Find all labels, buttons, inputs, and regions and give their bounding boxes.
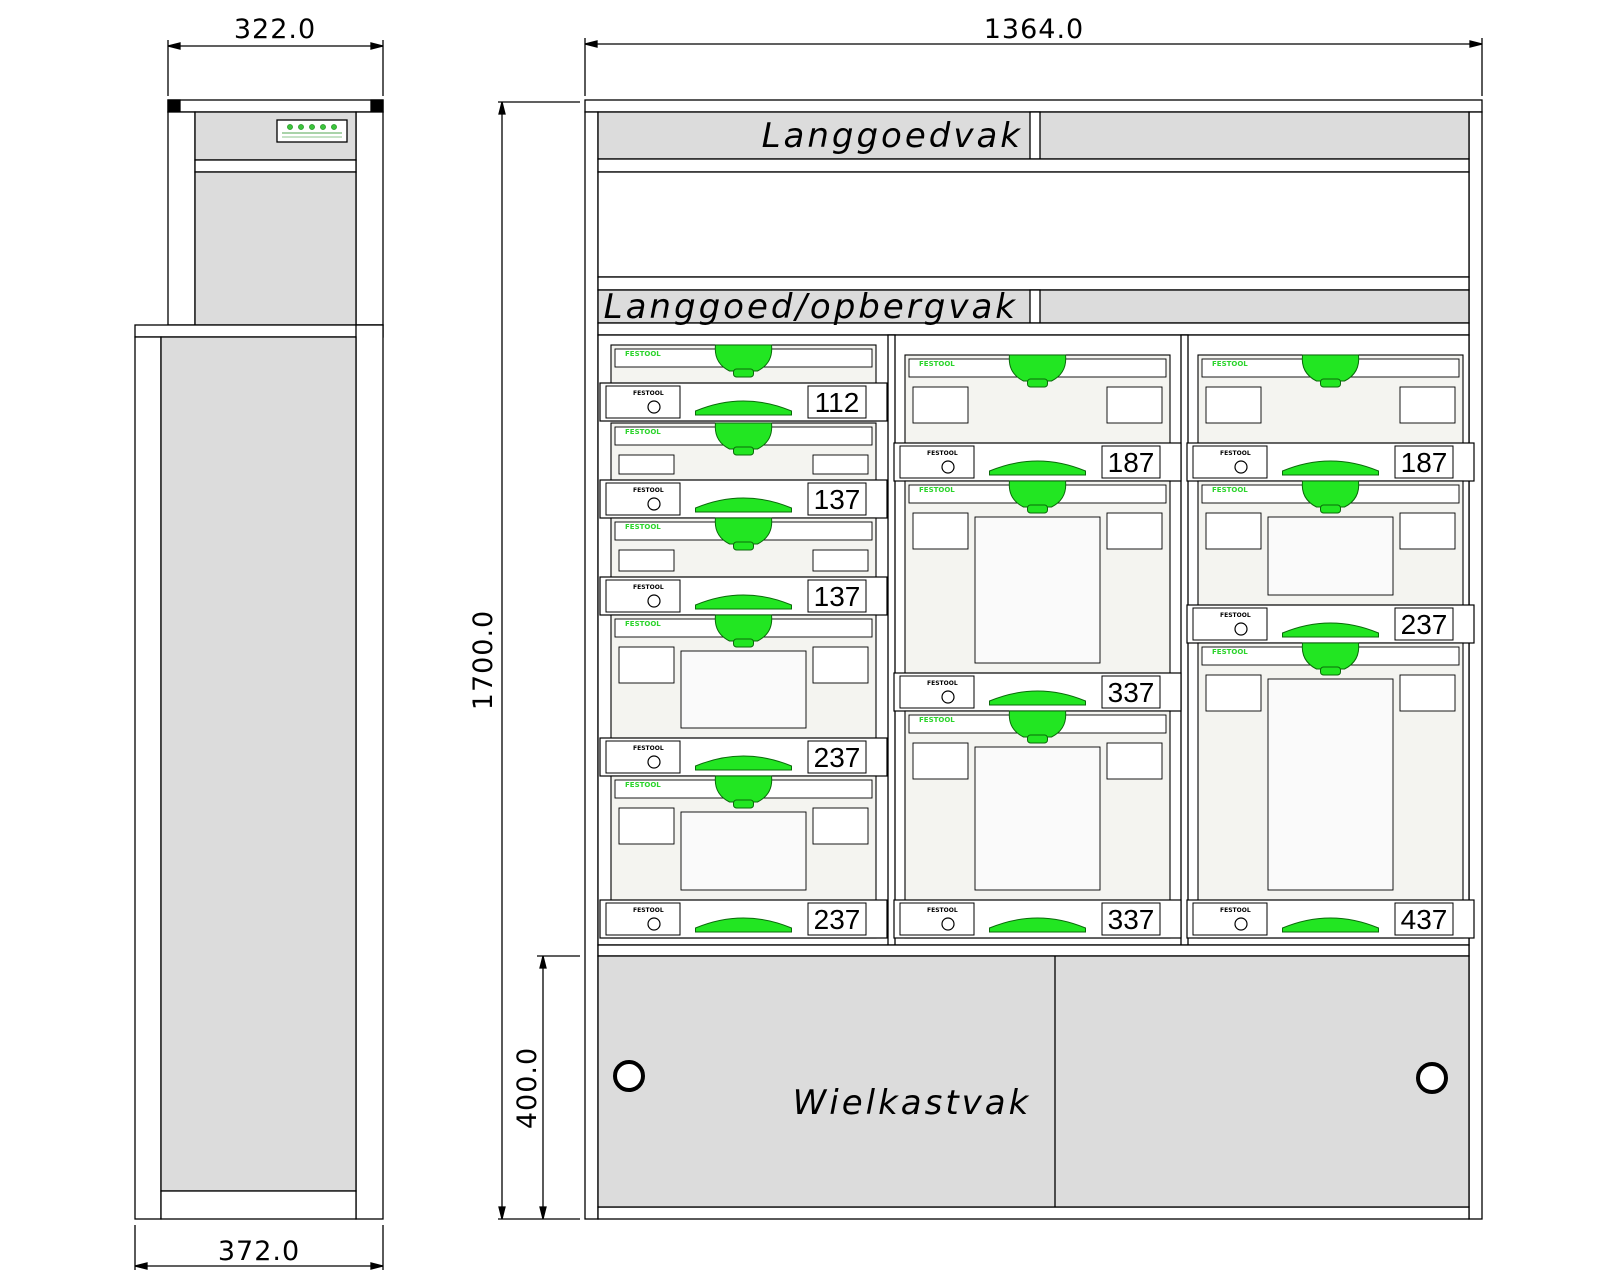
systainer-middle-2[interactable]: FESTOOL FESTOOL 337 xyxy=(893,480,1182,712)
systainer-brand: FESTOOL xyxy=(919,486,955,494)
lock-icon[interactable] xyxy=(647,917,661,931)
lock-icon[interactable] xyxy=(1234,622,1248,636)
lock-icon[interactable] xyxy=(1234,917,1248,931)
systainer-front-brand: FESTOOL xyxy=(927,680,958,687)
systainer-brand: FESTOOL xyxy=(625,350,661,358)
handle-icon[interactable] xyxy=(1301,642,1360,670)
lock-icon[interactable] xyxy=(647,755,661,769)
dim-front-width: 1364.0 xyxy=(984,14,1084,45)
dim-side-top: 322.0 xyxy=(234,14,316,45)
systainer-right-3[interactable]: FESTOOL FESTOOL 437 xyxy=(1186,642,1475,939)
handle-icon[interactable] xyxy=(1301,480,1360,508)
label-langgoedvak: Langgoedvak xyxy=(762,116,1023,156)
label-wielkastvak: Wielkastvak xyxy=(793,1083,1032,1123)
systainer-left-5[interactable]: FESTOOL FESTOOL 237 xyxy=(599,775,888,939)
systainer-brand: FESTOOL xyxy=(1212,360,1248,368)
systainer-front-brand: FESTOOL xyxy=(633,907,664,914)
knob-left-icon[interactable] xyxy=(613,1060,645,1092)
systainer-left-3[interactable]: FESTOOL FESTOOL 137 xyxy=(599,517,888,616)
systainer-size-label: 337 xyxy=(1108,677,1155,708)
handle-icon[interactable] xyxy=(714,614,773,642)
systainer-right-1[interactable]: FESTOOL FESTOOL 187 xyxy=(1186,354,1475,482)
systainer-brand: FESTOOL xyxy=(1212,648,1248,656)
systainer-brand: FESTOOL xyxy=(625,781,661,789)
logo-plate xyxy=(276,119,348,143)
handle-icon[interactable] xyxy=(714,422,773,450)
lock-icon[interactable] xyxy=(647,497,661,511)
systainer-left-2[interactable]: FESTOOL FESTOOL 137 xyxy=(599,422,888,519)
systainer-size-label: 187 xyxy=(1401,447,1448,478)
handle-icon[interactable] xyxy=(1301,354,1360,382)
cabinet-drawing: 322.0 372.0 1364.0 1700.0 400.0 Langgoed… xyxy=(134,14,1483,1270)
systainer-size-label: 337 xyxy=(1108,904,1155,935)
lock-icon[interactable] xyxy=(647,400,661,414)
systainer-front-brand: FESTOOL xyxy=(1220,907,1251,914)
dim-front-height: 1700.0 xyxy=(468,610,499,710)
handle-icon[interactable] xyxy=(1008,480,1067,508)
systainer-front-brand: FESTOOL xyxy=(633,745,664,752)
systainer-front-brand: FESTOOL xyxy=(1220,612,1251,619)
handle-icon[interactable] xyxy=(1008,354,1067,382)
systainer-size-label: 137 xyxy=(814,581,861,612)
systainer-size-label: 437 xyxy=(1401,904,1448,935)
handle-icon[interactable] xyxy=(714,775,773,803)
knob-right-icon[interactable] xyxy=(1416,1062,1448,1094)
systainer-stack: FESTOOLFESTOOL 112FESTOOLFESTOOL 137FESTOO… xyxy=(599,344,1475,939)
wielkastvak-panel xyxy=(597,955,1470,1208)
systainer-size-label: 137 xyxy=(814,484,861,515)
systainer-right-2[interactable]: FESTOOL FESTOOL 237 xyxy=(1186,480,1475,644)
systainer-size-label: 237 xyxy=(1401,609,1448,640)
handle-icon[interactable] xyxy=(714,344,773,372)
systainer-brand: FESTOOL xyxy=(625,620,661,628)
systainer-size-label: 112 xyxy=(815,387,860,418)
systainer-brand: FESTOOL xyxy=(919,716,955,724)
dim-side-bottom: 372.0 xyxy=(218,1236,300,1267)
systainer-left-4[interactable]: FESTOOL FESTOOL 237 xyxy=(599,614,888,777)
systainer-size-label: 237 xyxy=(814,904,861,935)
systainer-left-1[interactable]: FESTOOL FESTOOL 112 xyxy=(599,344,888,422)
systainer-front-brand: FESTOOL xyxy=(927,450,958,457)
lock-icon[interactable] xyxy=(647,594,661,608)
systainer-brand: FESTOOL xyxy=(919,360,955,368)
systainer-front-brand: FESTOOL xyxy=(633,390,664,397)
systainer-front-brand: FESTOOL xyxy=(1220,450,1251,457)
systainer-brand: FESTOOL xyxy=(1212,486,1248,494)
lock-icon[interactable] xyxy=(941,690,955,704)
dim-wheel-height: 400.0 xyxy=(512,1047,543,1129)
systainer-front-brand: FESTOOL xyxy=(633,584,664,591)
lock-icon[interactable] xyxy=(1234,460,1248,474)
lock-icon[interactable] xyxy=(941,460,955,474)
systainer-front-brand: FESTOOL xyxy=(633,487,664,494)
handle-icon[interactable] xyxy=(714,517,773,545)
handle-icon[interactable] xyxy=(1008,710,1067,738)
systainer-brand: FESTOOL xyxy=(625,428,661,436)
systainer-size-label: 187 xyxy=(1108,447,1155,478)
systainer-middle-3[interactable]: FESTOOL FESTOOL 337 xyxy=(893,710,1182,939)
side-view xyxy=(134,40,384,1270)
label-opbergvak: Langgoed/opbergvak xyxy=(604,287,1018,327)
systainer-size-label: 237 xyxy=(814,742,861,773)
systainer-front-brand: FESTOOL xyxy=(927,907,958,914)
lock-icon[interactable] xyxy=(941,917,955,931)
systainer-middle-1[interactable]: FESTOOL FESTOOL 187 xyxy=(893,354,1182,482)
systainer-brand: FESTOOL xyxy=(625,523,661,531)
